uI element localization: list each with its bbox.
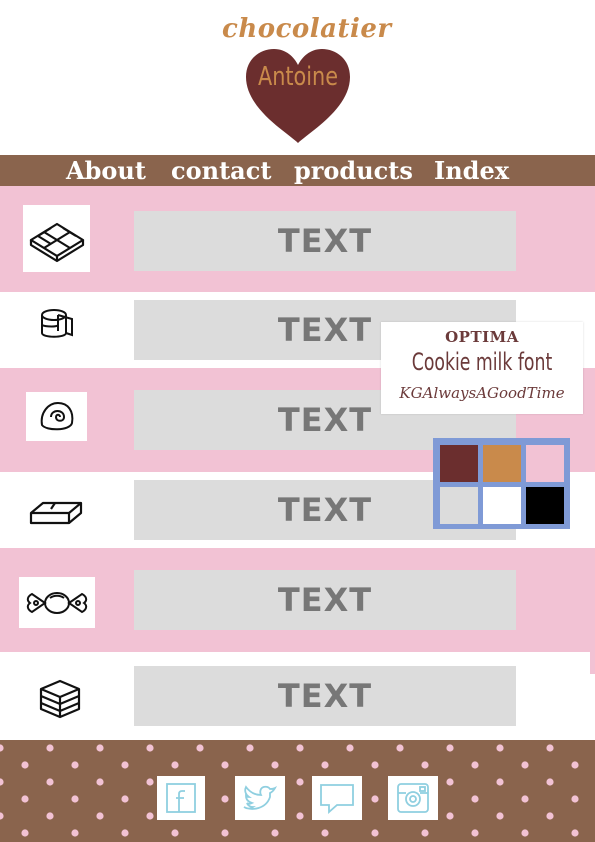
color-swatch xyxy=(483,487,521,524)
chocolate-piece-icon xyxy=(28,492,84,532)
product-row: TEXT xyxy=(0,186,595,292)
bonbon-swirl-icon xyxy=(26,392,87,441)
facebook-button[interactable] xyxy=(157,776,205,820)
nav-contact[interactable]: contact xyxy=(171,155,271,186)
side-strip xyxy=(590,652,595,674)
text-placeholder: TEXT xyxy=(134,570,516,630)
nav-index[interactable]: Index xyxy=(434,155,509,186)
brand-tagline: chocolatier xyxy=(222,14,392,44)
facebook-icon xyxy=(166,783,196,813)
color-swatch xyxy=(440,487,478,524)
color-swatch xyxy=(526,487,564,524)
product-row: TEXT xyxy=(0,652,595,740)
color-swatch xyxy=(526,445,564,482)
footer xyxy=(0,740,595,842)
cheese-wheel-icon xyxy=(32,300,80,350)
layered-cake-icon xyxy=(36,676,84,722)
nav-products[interactable]: products xyxy=(294,155,413,186)
chat-icon xyxy=(320,784,354,814)
polka-dot-pattern xyxy=(0,740,595,842)
main-nav: About contact products Index xyxy=(0,155,595,186)
color-swatch xyxy=(483,445,521,482)
nav-about[interactable]: About xyxy=(66,155,146,186)
wrapped-candy-icon xyxy=(19,577,95,628)
font-sample-cookie: Cookie milk font xyxy=(411,348,553,376)
product-row: TEXT xyxy=(0,548,595,652)
twitter-icon xyxy=(243,785,278,810)
text-placeholder: TEXT xyxy=(134,211,516,271)
text-placeholder: TEXT xyxy=(134,666,516,726)
header: chocolatier Antoine xyxy=(0,0,595,155)
brand-name: Antoine xyxy=(257,62,339,92)
font-sample-kg: KGAlwaysAGoodTime xyxy=(399,384,565,402)
twitter-button[interactable] xyxy=(235,776,285,820)
instagram-icon xyxy=(397,783,429,813)
color-palette xyxy=(433,438,570,529)
instagram-button[interactable] xyxy=(388,776,438,820)
chat-button[interactable] xyxy=(312,776,362,820)
chocolate-bar-grid-icon xyxy=(23,205,90,272)
font-sample-card: OPTIMA Cookie milk font KGAlwaysAGoodTim… xyxy=(381,322,583,414)
color-swatch xyxy=(440,445,478,482)
font-sample-optima: OPTIMA xyxy=(445,328,519,346)
